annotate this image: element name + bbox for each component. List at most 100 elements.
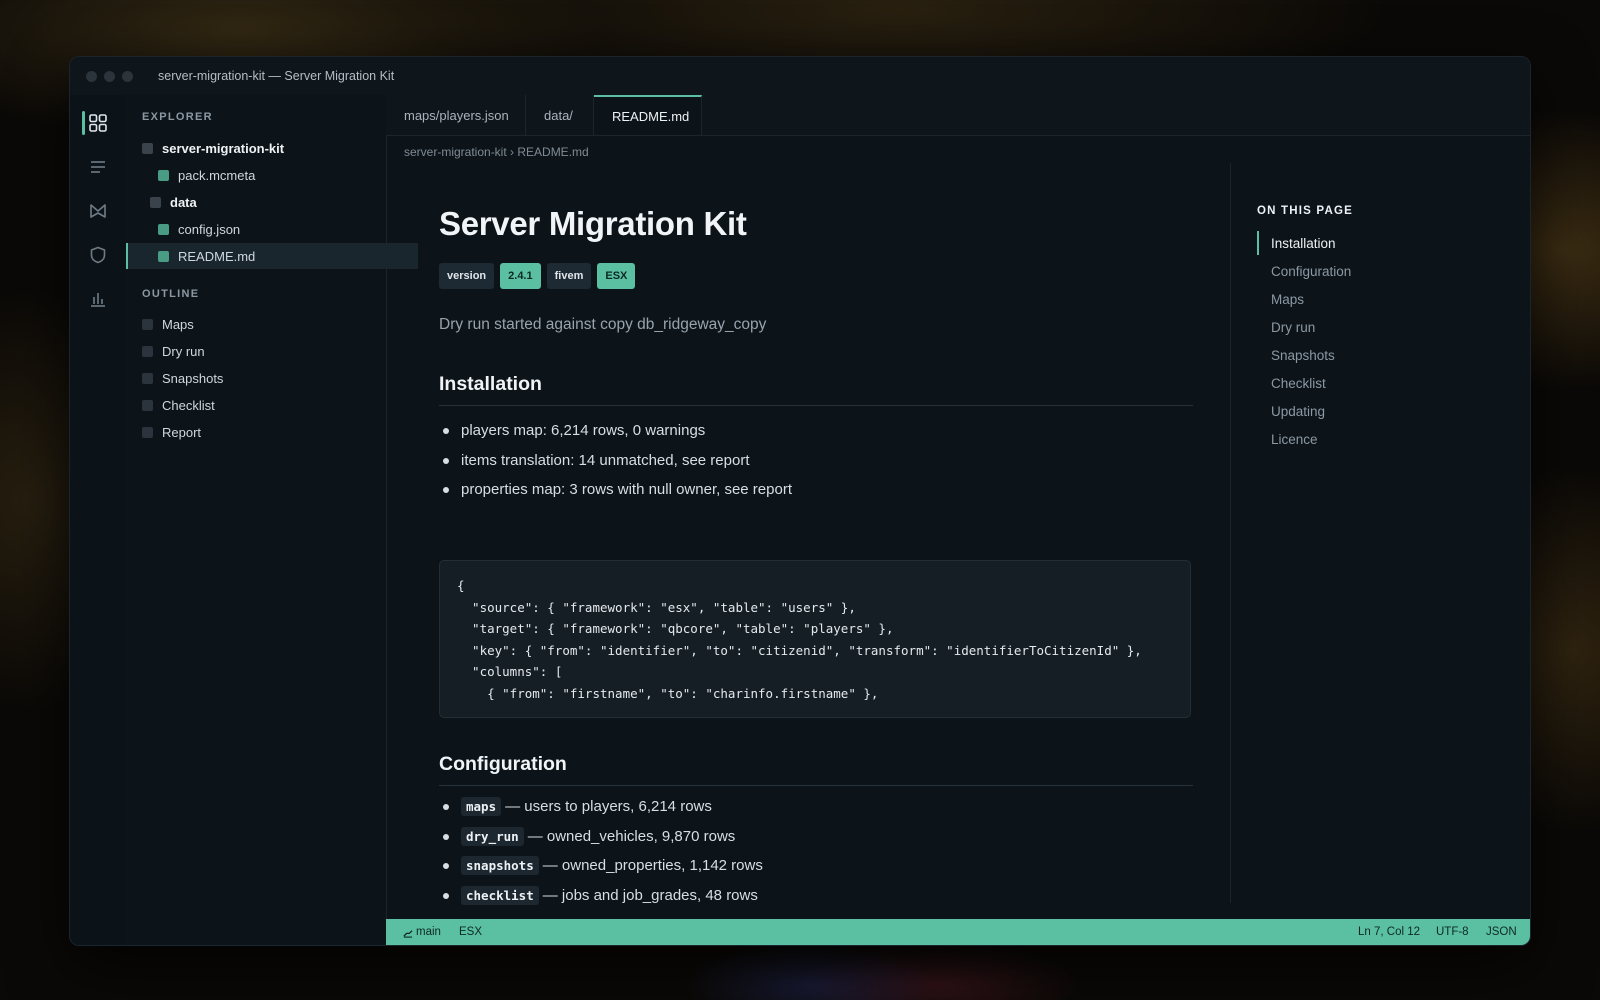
status-framework[interactable]: ESX bbox=[459, 919, 482, 945]
badge-version-label: version bbox=[439, 263, 495, 289]
section-icon bbox=[142, 318, 153, 330]
outline-item-snapshots[interactable]: Snapshots bbox=[126, 365, 402, 391]
toc-item-dry-run[interactable]: Dry run bbox=[1257, 315, 1315, 339]
toc-item-configuration[interactable]: Configuration bbox=[1257, 259, 1351, 283]
status-branch-label: main bbox=[416, 926, 441, 938]
section-icon bbox=[142, 345, 153, 357]
activity-security[interactable] bbox=[84, 241, 112, 269]
badge-platform-value: ESX bbox=[597, 263, 636, 289]
tab-maps-players-json[interactable]: maps/players.json bbox=[386, 95, 526, 135]
activity-badges[interactable] bbox=[84, 197, 112, 225]
list-item-text: — owned_vehicles, 9,870 rows bbox=[527, 827, 736, 845]
document-view: Server Migration Kit version 2.4.1 fivem… bbox=[386, 163, 1230, 905]
list-item-text: — owned_properties, 1,142 rows bbox=[542, 857, 763, 874]
tab-readme[interactable]: README.md bbox=[594, 95, 702, 135]
inline-code: snapshots bbox=[461, 856, 539, 875]
tab-bar: maps/players.json data/ README.md bbox=[386, 95, 1530, 136]
outline-item-checklist[interactable]: Checklist bbox=[126, 392, 402, 418]
tree-item-server-migration-kit[interactable]: server-migration-kit bbox=[126, 135, 402, 161]
outline-item-dry-run[interactable]: Dry run bbox=[126, 338, 402, 364]
close-window-button[interactable] bbox=[86, 71, 97, 82]
outline-item-label: Maps bbox=[162, 316, 194, 332]
table-of-contents: ON THIS PAGE Installation Configuration … bbox=[1230, 163, 1530, 903]
activity-outline[interactable] bbox=[84, 153, 112, 181]
list-item: snapshots — owned_properties, 1,142 rows bbox=[439, 856, 763, 886]
tab-label: README.md bbox=[612, 108, 690, 124]
grid-icon bbox=[89, 114, 107, 132]
app-window: server-migration-kit — Server Migration … bbox=[69, 56, 1531, 946]
code-block: { "source": { "framework": "esx", "table… bbox=[439, 560, 1191, 718]
activity-stats[interactable] bbox=[84, 285, 112, 313]
folder-icon bbox=[150, 196, 161, 208]
tree-item-pack-mcmeta[interactable]: pack.mcmeta bbox=[126, 162, 418, 188]
status-cursor-position[interactable]: Ln 7, Col 12 bbox=[1358, 919, 1420, 945]
tree-item-label: data bbox=[170, 194, 197, 210]
toc-item-snapshots[interactable]: Snapshots bbox=[1257, 343, 1335, 367]
tree-item-data[interactable]: data bbox=[126, 189, 410, 215]
outline-item-label: Dry run bbox=[162, 343, 205, 359]
list-item: maps — users to players, 6,214 rows bbox=[439, 797, 763, 827]
outline-item-label: Snapshots bbox=[162, 370, 224, 386]
outline-item-report[interactable]: Report bbox=[126, 419, 402, 445]
list-icon bbox=[91, 161, 105, 173]
tab-label: data/ bbox=[544, 107, 573, 123]
toc-item-checklist[interactable]: Checklist bbox=[1257, 371, 1326, 395]
shield-icon bbox=[90, 246, 106, 264]
page-title: Server Migration Kit bbox=[439, 205, 747, 242]
maximize-window-button[interactable] bbox=[122, 71, 133, 82]
tab-label: maps/players.json bbox=[404, 107, 509, 123]
tab-data[interactable]: data/ bbox=[526, 95, 594, 135]
bar-chart-icon bbox=[91, 293, 105, 307]
file-icon bbox=[158, 223, 169, 235]
installation-list: players map: 6,214 rows, 0 warnings item… bbox=[439, 421, 792, 510]
status-bar: main ESX Ln 7, Col 12 UTF-8 JSON bbox=[386, 919, 1530, 945]
outline-item-label: Report bbox=[162, 424, 202, 440]
git-branch-icon bbox=[403, 929, 413, 938]
tree-item-label: config.json bbox=[178, 221, 241, 237]
activity-explorer[interactable] bbox=[82, 109, 112, 137]
title-bar: server-migration-kit — Server Migration … bbox=[70, 57, 1530, 96]
tree-item-readme[interactable]: README.md bbox=[126, 243, 418, 269]
outline-item-maps[interactable]: Maps bbox=[126, 311, 402, 337]
outline-item-label: Checklist bbox=[162, 397, 215, 413]
inline-code: dry_run bbox=[461, 826, 524, 846]
tree-item-config-json[interactable]: config.json bbox=[126, 216, 418, 242]
window-title: server-migration-kit — Server Migration … bbox=[158, 69, 395, 83]
section-icon bbox=[142, 426, 153, 438]
list-item: items translation: 14 unmatched, see rep… bbox=[439, 451, 792, 481]
status-branch[interactable]: main bbox=[402, 919, 441, 945]
tree-item-label: pack.mcmeta bbox=[178, 167, 256, 183]
list-item-text: — users to players, 6,214 rows bbox=[505, 798, 712, 815]
activity-bar bbox=[70, 95, 127, 945]
explorer-title: EXPLORER bbox=[142, 111, 213, 123]
toc-item-updating[interactable]: Updating bbox=[1257, 399, 1325, 423]
toc-title: ON THIS PAGE bbox=[1257, 205, 1353, 217]
lede-text: Dry run started against copy db_ridgeway… bbox=[439, 316, 767, 333]
toc-item-licence[interactable]: Licence bbox=[1257, 427, 1318, 451]
badge-row: version 2.4.1 fivem ESX bbox=[439, 263, 636, 289]
toc-item-maps[interactable]: Maps bbox=[1257, 287, 1304, 311]
breadcrumb: server-migration-kit › README.md bbox=[404, 145, 589, 159]
inline-code: maps bbox=[461, 797, 502, 816]
list-item-text: — jobs and job_grades, 48 rows bbox=[542, 886, 758, 904]
status-language[interactable]: JSON bbox=[1486, 919, 1517, 945]
configuration-list: maps — users to players, 6,214 rows dry_r… bbox=[439, 797, 763, 915]
heading-configuration: Configuration bbox=[439, 753, 1193, 786]
minimize-window-button[interactable] bbox=[104, 71, 115, 82]
heading-installation: Installation bbox=[439, 373, 1193, 406]
list-item: players map: 6,214 rows, 0 warnings bbox=[439, 421, 792, 451]
toc-item-installation[interactable]: Installation bbox=[1257, 231, 1336, 255]
outline-title: OUTLINE bbox=[142, 288, 200, 300]
badge-icon bbox=[90, 204, 106, 218]
tree-item-label: server-migration-kit bbox=[162, 140, 285, 156]
file-icon bbox=[158, 250, 169, 262]
list-item: properties map: 3 rows with null owner, … bbox=[439, 480, 792, 510]
inline-code: checklist bbox=[461, 885, 539, 905]
tree-item-label: README.md bbox=[178, 248, 256, 264]
status-encoding[interactable]: UTF-8 bbox=[1436, 919, 1469, 945]
section-icon bbox=[142, 372, 153, 384]
list-item: checklist — jobs and job_grades, 48 rows bbox=[439, 885, 763, 916]
file-icon bbox=[158, 169, 169, 181]
section-icon bbox=[142, 399, 153, 411]
sidebar: EXPLORER server-migration-kit pack.mcmet… bbox=[126, 95, 418, 945]
